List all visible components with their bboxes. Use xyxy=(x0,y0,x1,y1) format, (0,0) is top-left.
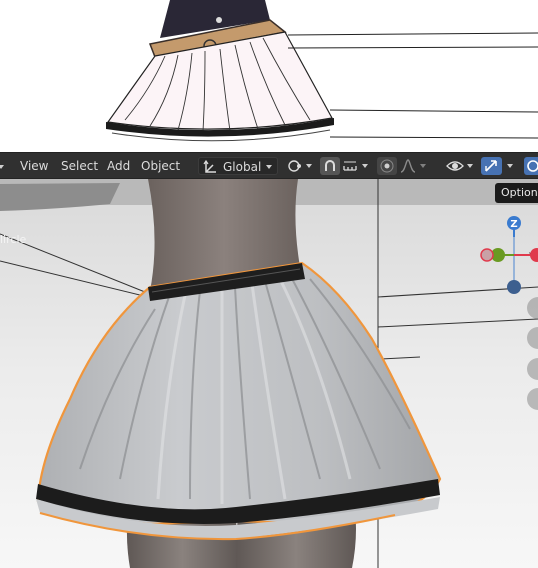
gizmo-neg-x-axis[interactable] xyxy=(480,248,494,262)
selectability-visibility-dropdown[interactable] xyxy=(445,157,477,175)
overlay-icon xyxy=(527,160,538,172)
snap-icon xyxy=(325,160,335,171)
object-menu[interactable]: Object xyxy=(137,157,184,175)
snap-toggle[interactable] xyxy=(320,157,340,175)
snap-increment-icon xyxy=(343,161,357,171)
gizmo-z-label: Z xyxy=(510,219,517,230)
gizmo-icon xyxy=(485,160,497,172)
falloff-icon xyxy=(400,159,416,173)
select-menu[interactable]: Select xyxy=(57,157,102,175)
add-menu[interactable]: Add xyxy=(103,157,134,175)
reference-image-area xyxy=(0,0,538,152)
pivot-point-dropdown[interactable] xyxy=(286,157,314,175)
object-name-overlay: lircle xyxy=(0,233,27,246)
falloff-dropdown[interactable] xyxy=(399,157,429,175)
overlay-toggle[interactable] xyxy=(524,157,538,175)
editor-type-button[interactable] xyxy=(0,157,6,175)
viewport-header: View Select Add Object Global xyxy=(0,152,538,179)
proportional-edit-toggle[interactable] xyxy=(377,157,397,175)
transform-orientation-dropdown[interactable]: Global xyxy=(198,157,278,175)
gizmo-dropdown[interactable] xyxy=(504,157,518,175)
options-tooltip: Options xyxy=(495,183,538,203)
gizmo-toggle[interactable] xyxy=(481,157,502,175)
reference-skirt-drawing xyxy=(106,0,538,142)
transform-orientation-icon xyxy=(203,159,216,173)
pivot-icon xyxy=(288,160,301,172)
proportional-edit-icon xyxy=(380,159,394,173)
gizmo-neg-z-axis[interactable] xyxy=(507,280,521,294)
transform-orientation-value: Global xyxy=(223,160,262,174)
view-menu[interactable]: View xyxy=(16,157,52,175)
visibility-icon xyxy=(446,161,464,171)
snap-target-dropdown[interactable] xyxy=(341,157,371,175)
viewport-scene: Z Y xyxy=(0,179,538,568)
3d-viewport[interactable]: Z Y xyxy=(0,179,538,568)
